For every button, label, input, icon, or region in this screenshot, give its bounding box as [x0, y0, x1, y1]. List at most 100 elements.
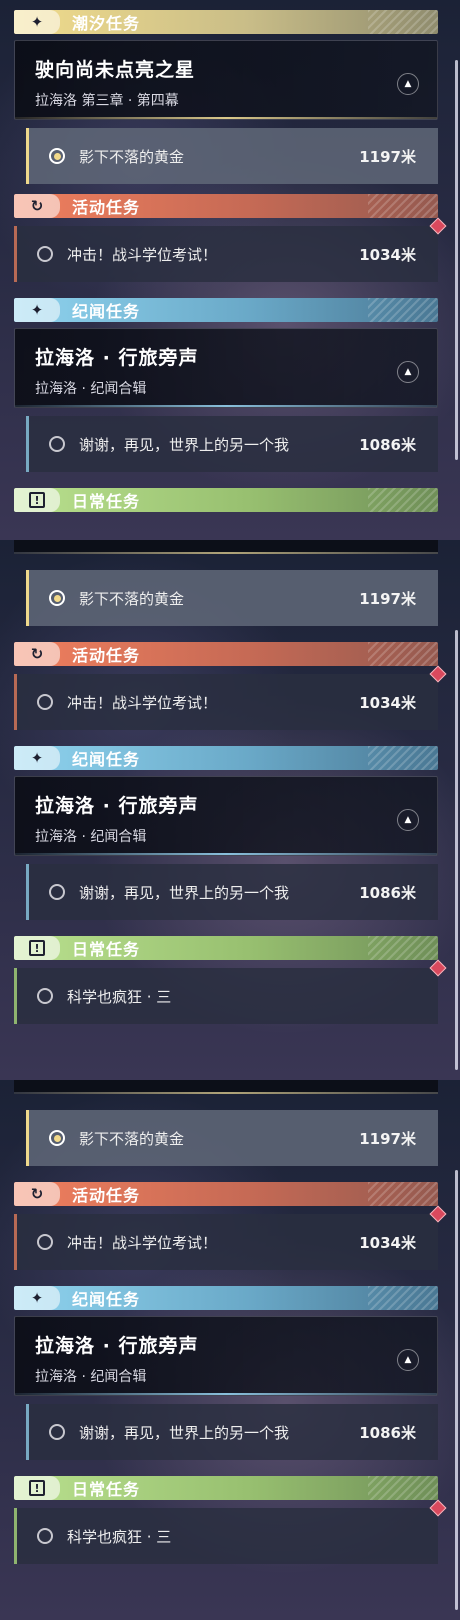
task-item-farewell[interactable]: 谢谢，再见，世界上的另一个我 1086米 [26, 864, 438, 920]
refresh-icon: ↻ [14, 1182, 60, 1206]
scrollbar[interactable] [455, 60, 458, 460]
quest-panel-frame-1: ✦ 潮汐任务 驶向尚未点亮之星 拉海洛 第三章 · 第四幕 ▲ 影下不落的黄金 … [0, 0, 460, 540]
header-stripes [368, 936, 438, 960]
scrollbar[interactable] [455, 630, 458, 1070]
category-header-daily[interactable]: ! 日常任务 [14, 1476, 438, 1500]
navigate-icon[interactable]: ▲ [397, 73, 419, 95]
alert-diamond-icon [429, 217, 447, 235]
category-title: 纪闻任务 [72, 302, 141, 321]
category-header-lore[interactable]: ✦ 纪闻任务 [14, 1286, 438, 1310]
radio-selected-icon[interactable] [49, 148, 65, 164]
category-header-daily[interactable]: ! 日常任务 [14, 488, 438, 512]
category-header-tide[interactable]: ✦ 潮汐任务 [14, 10, 438, 34]
alert-diamond-icon [429, 959, 447, 977]
task-distance: 1086米 [359, 435, 416, 454]
task-distance: 1086米 [359, 883, 416, 902]
task-distance: 1197米 [359, 589, 416, 608]
refresh-icon: ↻ [14, 194, 60, 218]
category-title: 日常任务 [72, 940, 141, 959]
task-distance: 1034米 [359, 245, 416, 264]
radio-icon[interactable] [37, 1528, 53, 1544]
task-item-exam[interactable]: 冲击！战斗学位考试！ 1034米 [14, 217, 447, 282]
task-item-farewell[interactable]: 谢谢，再见，世界上的另一个我 1086米 [26, 1404, 438, 1460]
task-item-gold[interactable]: 影下不落的黄金 1197米 [26, 1110, 438, 1166]
category-header-event[interactable]: ↻ 活动任务 [14, 194, 438, 218]
task-item-gold[interactable]: 影下不落的黄金 1197米 [26, 570, 438, 626]
task-name: 谢谢，再见，世界上的另一个我 [79, 1423, 290, 1442]
task-distance: 1034米 [359, 1233, 416, 1252]
radio-icon[interactable] [37, 694, 53, 710]
refresh-icon: ↻ [14, 642, 60, 666]
radio-selected-icon[interactable] [49, 590, 65, 606]
category-title: 纪闻任务 [72, 750, 141, 769]
task-item-gold[interactable]: 影下不落的黄金 1197米 [26, 128, 438, 184]
navigate-icon[interactable]: ▲ [397, 809, 419, 831]
header-stripes [368, 194, 438, 218]
sparkle-icon: ✦ [14, 10, 60, 34]
task-name: 谢谢，再见，世界上的另一个我 [79, 435, 290, 454]
sparkle-icon: ✦ [14, 746, 60, 770]
chapter-card-lore[interactable]: 拉海洛 · 行旅旁声 拉海洛 · 纪闻合辑 ▲ [14, 328, 438, 408]
category-title: 活动任务 [72, 198, 141, 217]
radio-icon[interactable] [37, 1234, 53, 1250]
quest-panel-frame-2: 影下不落的黄金 1197米 ↻ 活动任务 冲击！战斗学位考试！ 1034米 ✦ … [0, 540, 460, 1080]
scrollbar[interactable] [455, 1170, 458, 1610]
navigate-icon[interactable]: ▲ [397, 1349, 419, 1371]
header-stripes [368, 746, 438, 770]
category-header-event[interactable]: ↻ 活动任务 [14, 1182, 438, 1206]
chapter-name: 驶向尚未点亮之星 [35, 59, 196, 81]
category-title: 日常任务 [72, 1480, 141, 1499]
task-distance: 1197米 [359, 147, 416, 166]
chapter-name: 拉海洛 · 行旅旁声 [35, 795, 199, 817]
task-name: 冲击！战斗学位考试！ [67, 1233, 218, 1252]
alert-diamond-icon [429, 1499, 447, 1517]
chapter-subtitle: 拉海洛 · 纪闻合辑 [35, 829, 147, 845]
chapter-subtitle: 拉海洛 第三章 · 第四幕 [35, 93, 179, 109]
chapter-card-tide[interactable]: 驶向尚未点亮之星 拉海洛 第三章 · 第四幕 ▲ [14, 40, 438, 120]
task-distance: 1086米 [359, 1423, 416, 1442]
category-title: 日常任务 [72, 492, 141, 511]
category-header-event[interactable]: ↻ 活动任务 [14, 642, 438, 666]
chapter-card-lore[interactable]: 拉海洛 · 行旅旁声 拉海洛 · 纪闻合辑 ▲ [14, 1316, 438, 1396]
radio-icon[interactable] [49, 1424, 65, 1440]
task-name: 影下不落的黄金 [79, 1129, 185, 1148]
task-item-exam[interactable]: 冲击！战斗学位考试！ 1034米 [14, 665, 447, 730]
header-stripes [368, 642, 438, 666]
task-item-science[interactable]: 科学也疯狂 · 三 [14, 1499, 447, 1564]
task-distance: 1197米 [359, 1129, 416, 1148]
task-name: 科学也疯狂 · 三 [67, 987, 172, 1006]
chapter-name: 拉海洛 · 行旅旁声 [35, 1335, 199, 1357]
chapter-subtitle: 拉海洛 · 纪闻合辑 [35, 381, 147, 397]
header-stripes [368, 298, 438, 322]
category-header-daily[interactable]: ! 日常任务 [14, 936, 438, 960]
alert-box-icon: ! [14, 936, 60, 960]
header-stripes [368, 1286, 438, 1310]
task-item-science[interactable]: 科学也疯狂 · 三 [14, 959, 447, 1024]
task-name: 科学也疯狂 · 三 [67, 1527, 172, 1546]
radio-icon[interactable] [49, 436, 65, 452]
header-stripes [368, 1476, 438, 1500]
radio-icon[interactable] [37, 246, 53, 262]
navigate-icon[interactable]: ▲ [397, 361, 419, 383]
sparkle-icon: ✦ [14, 298, 60, 322]
category-title: 潮汐任务 [72, 14, 141, 33]
category-header-lore[interactable]: ✦ 纪闻任务 [14, 298, 438, 322]
chapter-subtitle: 拉海洛 · 纪闻合辑 [35, 1369, 147, 1385]
radio-icon[interactable] [37, 988, 53, 1004]
radio-selected-icon[interactable] [49, 1130, 65, 1146]
category-title: 纪闻任务 [72, 1290, 141, 1309]
alert-box-icon: ! [14, 488, 60, 512]
category-header-lore[interactable]: ✦ 纪闻任务 [14, 746, 438, 770]
chapter-card-lore[interactable]: 拉海洛 · 行旅旁声 拉海洛 · 纪闻合辑 ▲ [14, 776, 438, 856]
chapter-name: 拉海洛 · 行旅旁声 [35, 347, 199, 369]
task-item-farewell[interactable]: 谢谢，再见，世界上的另一个我 1086米 [26, 416, 438, 472]
task-name: 影下不落的黄金 [79, 589, 185, 608]
alert-box-icon: ! [14, 1476, 60, 1500]
task-name: 冲击！战斗学位考试！ [67, 693, 218, 712]
radio-icon[interactable] [49, 884, 65, 900]
quest-panel-frame-3: 影下不落的黄金 1197米 ↻ 活动任务 冲击！战斗学位考试！ 1034米 ✦ … [0, 1080, 460, 1620]
header-stripes [368, 10, 438, 34]
sparkle-icon: ✦ [14, 1286, 60, 1310]
task-item-exam[interactable]: 冲击！战斗学位考试！ 1034米 [14, 1205, 447, 1270]
task-distance: 1034米 [359, 693, 416, 712]
